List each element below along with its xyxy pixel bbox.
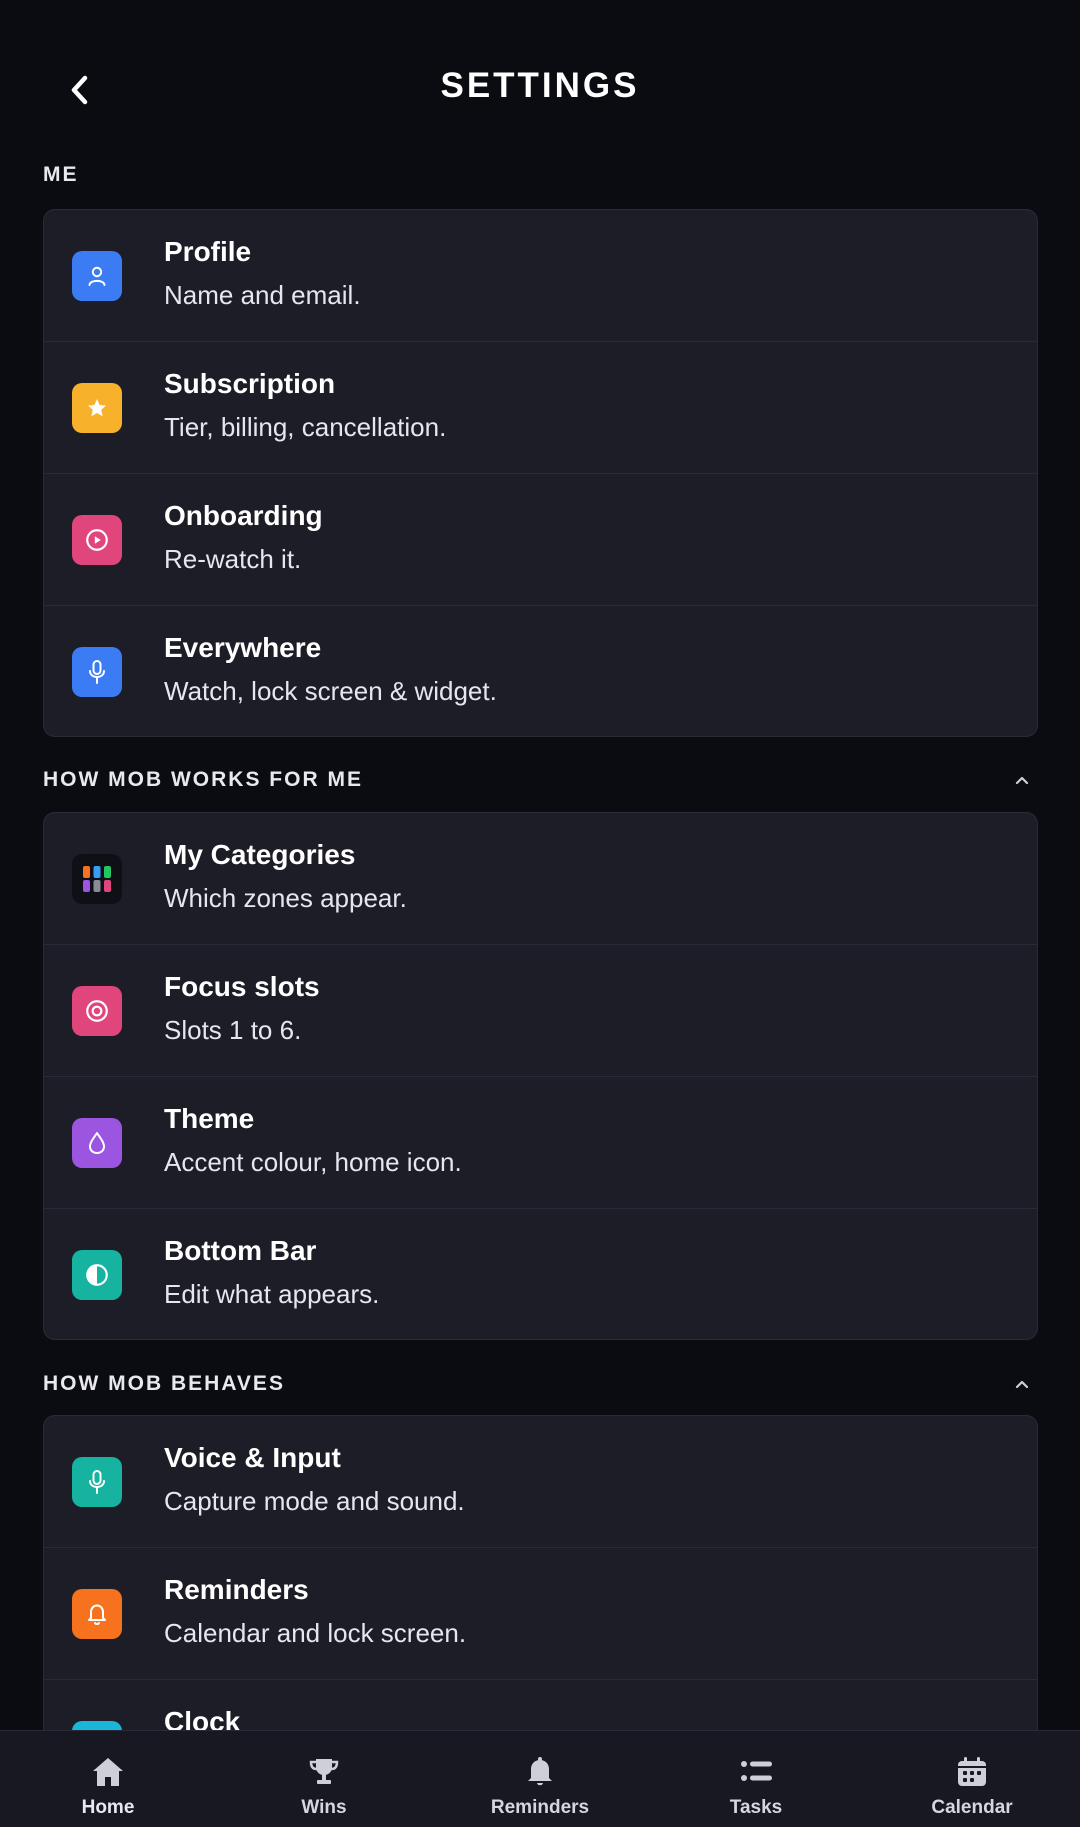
nav-item-calendar[interactable]: Calendar (864, 1731, 1080, 1827)
settings-item-bottom-bar[interactable]: Bottom Bar Edit what appears. (44, 1209, 1037, 1339)
collapse-button[interactable] (1007, 765, 1037, 795)
microphone-icon (72, 647, 122, 697)
settings-item-profile[interactable]: Profile Name and email. (44, 210, 1037, 342)
item-title: Theme (164, 1103, 255, 1134)
section-header-how-mob-behaves: HOW MOB BEHAVES (43, 1369, 1037, 1399)
item-title: Bottom Bar (164, 1235, 317, 1266)
category-grid-icon (72, 854, 122, 904)
item-subtitle: Capture mode and sound. (164, 1486, 465, 1516)
item-title: Onboarding (164, 500, 323, 531)
item-subtitle: Re-watch it. (164, 544, 302, 574)
bell-icon (528, 1757, 552, 1786)
item-title: Reminders (164, 1574, 309, 1605)
settings-item-theme[interactable]: Theme Accent colour, home icon. (44, 1077, 1037, 1209)
item-title: My Categories (164, 839, 356, 870)
settings-item-subscription[interactable]: Subscription Tier, billing, cancellation… (44, 342, 1037, 474)
nav-label: Home (81, 1797, 135, 1818)
section-title: HOW MOB BEHAVES (43, 1372, 285, 1395)
nav-item-home[interactable]: Home (0, 1731, 216, 1827)
settings-item-focus-slots[interactable]: Focus slots Slots 1 to 6. (44, 945, 1037, 1077)
item-title: Focus slots (164, 971, 320, 1002)
item-title: Profile (164, 236, 252, 267)
item-title: Voice & Input (164, 1442, 341, 1473)
item-subtitle: Watch, lock screen & widget. (164, 676, 497, 706)
half-circle-icon (72, 1250, 122, 1300)
chevron-up-icon (1015, 1380, 1029, 1389)
nav-label: Reminders (490, 1797, 590, 1818)
home-icon (93, 1758, 123, 1786)
item-title: Everywhere (164, 632, 322, 663)
nav-label: Calendar (931, 1797, 1013, 1818)
header: SETTINGS (0, 0, 1080, 160)
settings-card-me: Profile Name and email. Subscription Tie… (43, 209, 1038, 737)
droplet-icon (72, 1118, 122, 1168)
nav-item-reminders[interactable]: Reminders (432, 1731, 648, 1827)
page-title: SETTINGS (440, 66, 640, 105)
section-title: ME (43, 163, 79, 186)
nav-label: Wins (301, 1797, 347, 1818)
settings-item-my-categories[interactable]: My Categories Which zones appear. (44, 813, 1037, 945)
nav-label: Tasks (729, 1797, 783, 1818)
collapse-button[interactable] (1007, 1369, 1037, 1399)
section-title: HOW MOB WORKS FOR ME (43, 768, 363, 791)
settings-item-voice-input[interactable]: Voice & Input Capture mode and sound. (44, 1416, 1037, 1548)
settings-item-everywhere[interactable]: Everywhere Watch, lock screen & widget. (44, 606, 1037, 736)
play-circle-icon (72, 515, 122, 565)
item-subtitle: Slots 1 to 6. (164, 1015, 302, 1045)
settings-item-onboarding[interactable]: Onboarding Re-watch it. (44, 474, 1037, 606)
item-subtitle: Accent colour, home icon. (164, 1147, 462, 1177)
bell-icon (72, 1589, 122, 1639)
section-header-how-mob-works: HOW MOB WORKS FOR ME (43, 765, 1037, 795)
settings-item-reminders[interactable]: Reminders Calendar and lock screen. (44, 1548, 1037, 1680)
chevron-up-icon (1015, 776, 1029, 785)
nav-item-wins[interactable]: Wins (216, 1731, 432, 1827)
trophy-icon (309, 1759, 339, 1784)
bottom-nav: Home Wins Reminders Tasks Calendar (0, 1730, 1080, 1827)
section-header-me: ME (43, 160, 1037, 190)
person-icon (72, 251, 122, 301)
item-subtitle: Edit what appears. (164, 1279, 380, 1309)
target-icon (72, 986, 122, 1036)
item-subtitle: Tier, billing, cancellation. (164, 412, 447, 442)
microphone-icon (72, 1457, 122, 1507)
star-icon (72, 383, 122, 433)
item-title: Subscription (164, 368, 336, 399)
nav-item-tasks[interactable]: Tasks (648, 1731, 864, 1827)
settings-card-how-mob-works: My Categories Which zones appear. Focus … (43, 812, 1038, 1340)
item-subtitle: Which zones appear. (164, 883, 407, 913)
item-subtitle: Name and email. (164, 280, 361, 310)
settings-screen: SETTINGS ME Profile Name and email. Subs… (0, 0, 1080, 1827)
calendar-icon (958, 1757, 986, 1786)
list-icon (741, 1761, 772, 1781)
item-subtitle: Calendar and lock screen. (164, 1618, 467, 1648)
